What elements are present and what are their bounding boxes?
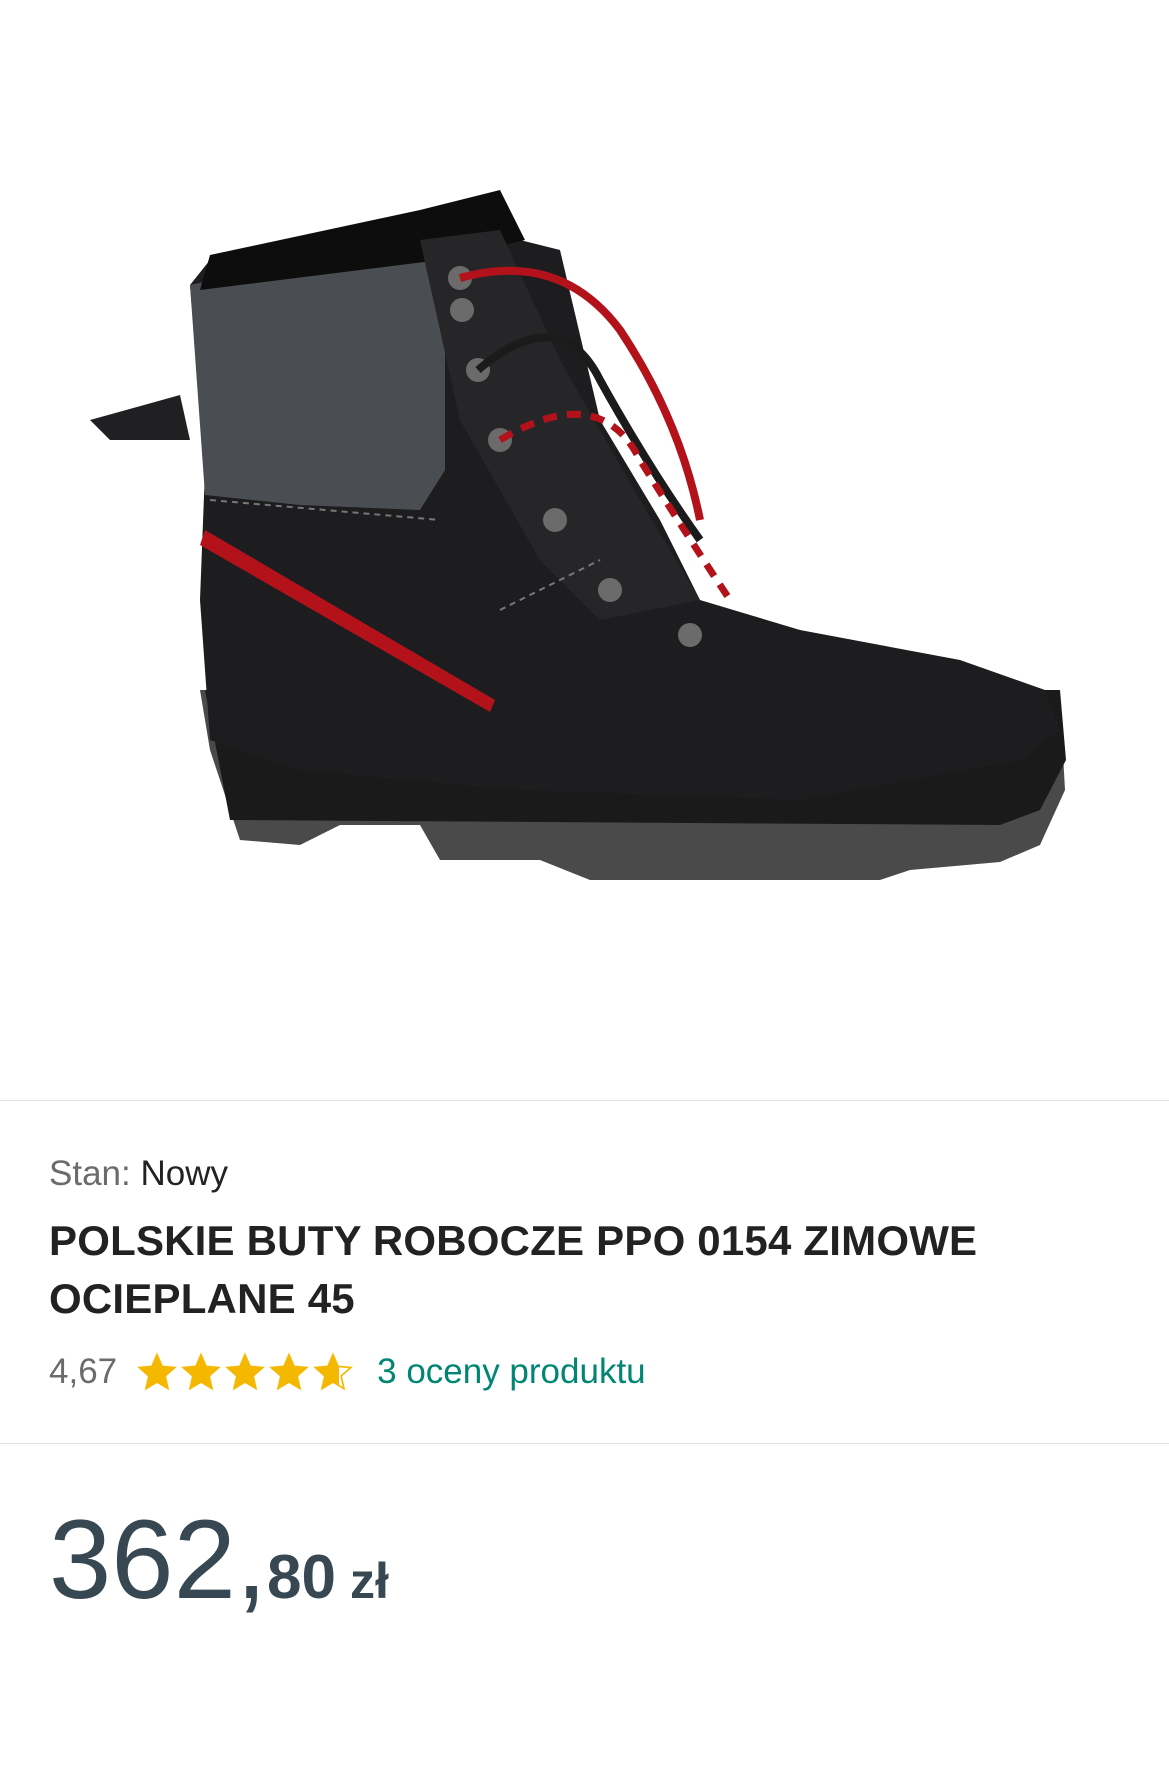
product-condition: Stan: Nowy (49, 1152, 228, 1196)
product-price: 362, 80 zł (49, 1500, 389, 1620)
reviews-link[interactable]: 3 oceny produktu (377, 1352, 646, 1392)
product-title: POLSKIE BUTY ROBOCZE PPO 0154 ZIMOWE OCI… (49, 1217, 978, 1322)
price-fraction: 80 (266, 1543, 336, 1612)
star-icon (313, 1352, 353, 1391)
star-icon (225, 1352, 265, 1391)
star-icon (181, 1352, 221, 1391)
star-icon (269, 1352, 309, 1391)
rating-value: 4,67 (49, 1352, 118, 1391)
price-integer: 362, (49, 1497, 267, 1622)
product-image-gallery[interactable] (0, 0, 1169, 1100)
star-icon (137, 1352, 177, 1391)
condition-label: Stan: (49, 1154, 131, 1193)
rating-stars (137, 1352, 357, 1392)
divider-middle (0, 1443, 1169, 1444)
rating-row: 4,67 3 oceny produktu (49, 1348, 646, 1396)
boot-image (90, 190, 1066, 880)
condition-value: Nowy (140, 1154, 228, 1193)
price-currency: zł (349, 1553, 389, 1609)
divider-top (0, 1100, 1169, 1101)
